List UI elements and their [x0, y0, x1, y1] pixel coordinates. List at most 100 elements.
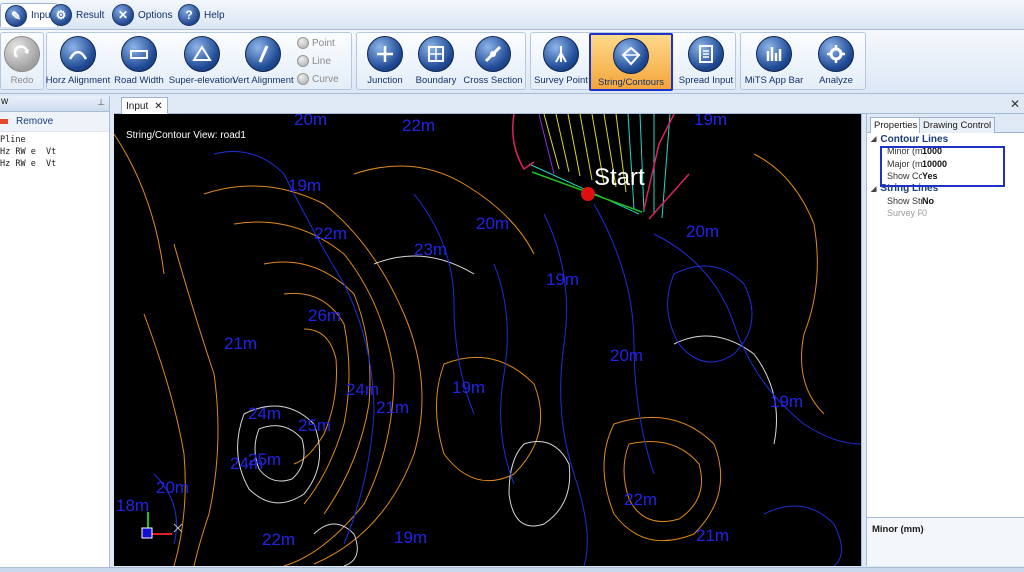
- tab-options[interactable]: ✕ Options: [108, 3, 176, 27]
- super-elevation-label: Super-elevation: [168, 75, 236, 86]
- survey-point-button[interactable]: Survey Point: [533, 33, 589, 91]
- contour-label: 22m: [624, 490, 658, 509]
- list-item[interactable]: Hz RW e Vt: [0, 158, 109, 170]
- remove-label: Remove: [16, 116, 54, 127]
- properties-panel: Properties Drawing Control ◢ Contour Lin…: [866, 114, 1024, 566]
- tab-input-document[interactable]: Input ✕: [121, 97, 168, 114]
- cross-section-icon: [475, 36, 511, 72]
- vert-alignment-button[interactable]: Vert Alignment: [232, 33, 294, 91]
- survey-point-label: Survey Point: [534, 75, 588, 86]
- close-tab-icon[interactable]: ✕: [154, 101, 162, 112]
- alignment-list: Pline Hz RW e Vt Hz RW e Vt: [0, 132, 109, 170]
- survey-point-icon: [543, 36, 579, 72]
- boundary-label: Boundary: [415, 75, 457, 86]
- point-option[interactable]: Point: [297, 37, 335, 49]
- menu-bar: ✎ Input ⚙ Result ✕ Options ? Help: [0, 0, 1024, 30]
- boundary-icon: [418, 36, 454, 72]
- contour-label: 25m: [298, 416, 332, 435]
- ribbon-group-data: Survey Point String/Contours Spread Inpu…: [530, 32, 736, 91]
- property-row-survey-point: Survey Point 0: [867, 207, 1024, 220]
- property-value[interactable]: No: [922, 196, 934, 206]
- point-icon: [297, 37, 309, 49]
- contour-label: 23m: [414, 240, 448, 259]
- tab-options-label: Options: [138, 9, 173, 21]
- ribbon: Redo Horz Alignment Road Width Super-ele…: [0, 30, 1024, 94]
- cross-section-button[interactable]: Cross Section: [461, 33, 525, 91]
- document-tabs: Input ✕ ✕: [114, 96, 1024, 114]
- tab-help-label: Help: [204, 9, 225, 21]
- contour-label: 24m: [346, 380, 380, 399]
- horz-alignment-label: Horz Alignment: [45, 75, 111, 86]
- contour-label: 22m: [262, 530, 296, 549]
- line-icon: [297, 55, 309, 67]
- contour-label: 19m: [546, 270, 580, 289]
- options-icon: ✕: [112, 4, 134, 26]
- horz-alignment-icon: [60, 36, 96, 72]
- spread-input-button[interactable]: Spread Input: [677, 33, 735, 91]
- cross-section-label: Cross Section: [463, 75, 523, 86]
- horz-alignment-button[interactable]: Horz Alignment: [45, 33, 111, 91]
- analyze-gear-icon: [818, 36, 854, 72]
- contour-label: 20m: [686, 222, 720, 241]
- super-elevation-button[interactable]: Super-elevation: [168, 33, 236, 91]
- road-width-label: Road Width: [114, 75, 164, 86]
- remove-button[interactable]: Remove: [0, 112, 109, 132]
- remove-icon: [0, 119, 8, 124]
- vert-alignment-label: Vert Alignment: [232, 75, 294, 86]
- mits-app-bar-button[interactable]: MiTS App Bar: [743, 33, 805, 91]
- contour-label: 19m: [770, 392, 804, 411]
- tab-properties[interactable]: Properties: [870, 117, 922, 133]
- left-panel-header: w ⊥: [0, 96, 109, 112]
- analyze-label: Analyze: [819, 75, 853, 86]
- collapse-icon: ◢: [871, 185, 877, 193]
- list-item[interactable]: Pline: [0, 134, 109, 146]
- mits-app-bar-label: MiTS App Bar: [744, 75, 804, 86]
- line-label: Line: [312, 55, 331, 67]
- road-width-button[interactable]: Road Width: [113, 33, 165, 91]
- curve-label: Curve: [312, 73, 339, 85]
- tab-drawing-control[interactable]: Drawing Control: [919, 117, 996, 133]
- tab-result[interactable]: ⚙ Result: [46, 3, 108, 27]
- vert-alignment-icon: [245, 36, 281, 72]
- description-title: Minor (mm): [872, 524, 924, 535]
- string-contours-icon: [613, 38, 649, 74]
- properties-tabs: Properties Drawing Control: [867, 114, 1024, 133]
- pin-icon[interactable]: ⊥: [97, 97, 105, 108]
- redo-label: Redo: [10, 75, 34, 86]
- section-contour-lines[interactable]: ◢ Contour Lines: [867, 133, 1024, 145]
- contour-label: 20m: [156, 478, 190, 497]
- boundary-button[interactable]: Boundary: [411, 33, 461, 91]
- contour-label: 22m: [402, 116, 436, 135]
- contour-label: 25m: [248, 450, 282, 469]
- contour-label: 19m: [694, 114, 728, 129]
- highlight-box: [880, 146, 1005, 187]
- junction-button[interactable]: Junction: [359, 33, 411, 91]
- redo-button[interactable]: Redo: [1, 33, 43, 91]
- property-row-show-string[interactable]: Show String No: [867, 195, 1024, 208]
- curve-option[interactable]: Curve: [297, 73, 339, 85]
- contour-label: 26m: [308, 306, 342, 325]
- string-contours-button[interactable]: String/Contours: [589, 33, 673, 91]
- start-marker[interactable]: [581, 187, 595, 201]
- analyze-button[interactable]: Analyze: [807, 33, 865, 91]
- contour-label: 21m: [696, 526, 730, 545]
- collapse-icon: ◢: [871, 136, 877, 143]
- curve-icon: [297, 73, 309, 85]
- junction-icon: [367, 36, 403, 72]
- tab-help[interactable]: ? Help: [174, 3, 229, 27]
- point-label: Point: [312, 37, 335, 49]
- ribbon-group-alignment: Horz Alignment Road Width Super-elevatio…: [46, 32, 352, 90]
- property-description: Minor (mm): [867, 517, 1024, 566]
- contour-label: 21m: [224, 334, 258, 353]
- contour-label: 21m: [376, 398, 410, 417]
- contour-label: 22m: [314, 224, 348, 243]
- list-item[interactable]: Hz RW e Vt: [0, 146, 109, 158]
- input-icon: ✎: [5, 4, 27, 27]
- ribbon-group-tools: MiTS App Bar Analyze: [740, 32, 866, 90]
- contour-label: 20m: [610, 346, 644, 365]
- property-value: 0: [922, 208, 928, 219]
- line-option[interactable]: Line: [297, 55, 331, 67]
- super-elevation-icon: [184, 36, 220, 72]
- close-icon[interactable]: ✕: [1010, 97, 1020, 111]
- contour-view-canvas[interactable]: String/Contour View: road1 20m 22m 19m 1…: [114, 114, 861, 566]
